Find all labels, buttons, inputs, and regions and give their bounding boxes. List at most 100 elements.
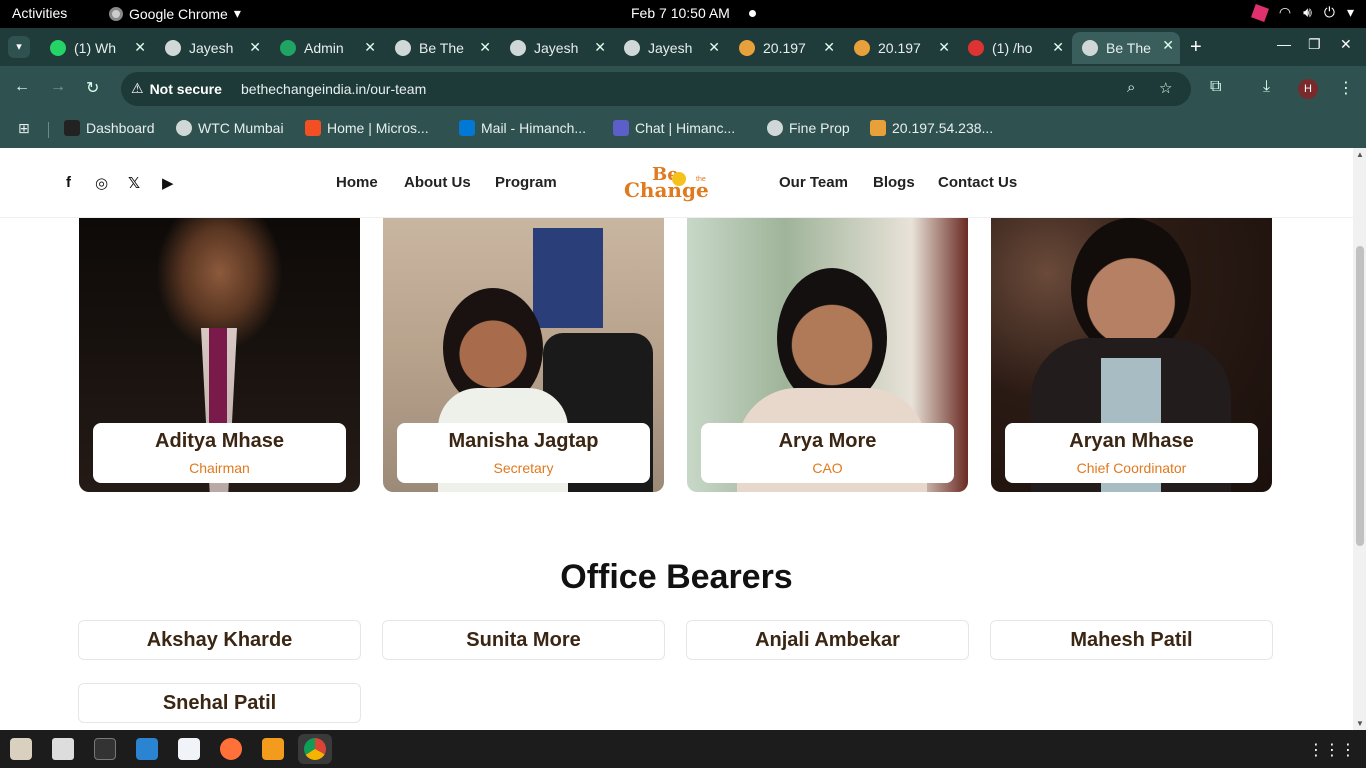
microsoft-icon — [305, 120, 321, 136]
notification-icon — [968, 40, 984, 56]
extensions-icon[interactable]: ⧉ — [1210, 78, 1221, 96]
team-card[interactable]: Manisha Jagtap Secretary — [383, 218, 664, 492]
close-tab-icon[interactable]: ✕ — [823, 39, 835, 56]
x-twitter-icon[interactable]: 𝕏 — [128, 174, 140, 192]
url-text[interactable]: bethechangeindia.in/our-team — [241, 81, 426, 97]
globe-icon — [510, 40, 526, 56]
menu-icon[interactable]: ⋮ — [1338, 78, 1354, 98]
browser-tab[interactable]: Jayesh ✕ — [500, 34, 612, 62]
browser-tab[interactable]: (1) /ho ✕ — [958, 34, 1070, 62]
tab-search-button[interactable]: ▾ — [8, 36, 30, 58]
close-tab-icon[interactable]: ✕ — [479, 39, 491, 56]
team-card[interactable]: Arya More CAO — [687, 218, 968, 492]
minimize-button[interactable]: — — [1277, 36, 1291, 52]
team-nameplate: Arya More CAO — [701, 423, 954, 483]
team-role: Secretary — [493, 460, 554, 476]
browser-tab[interactable]: 20.197 ✕ — [844, 34, 956, 62]
bookmark-item[interactable]: WTC Mumbai — [176, 120, 284, 136]
team-name: Arya More — [778, 430, 877, 452]
clock[interactable]: Feb 7 10:50 AM — [631, 5, 730, 21]
browser-tab[interactable]: Jayesh ✕ — [614, 34, 726, 62]
bookmark-item[interactable]: Fine Prop — [767, 120, 850, 136]
bookmark-star-icon[interactable]: ☆ — [1159, 79, 1172, 97]
team-nameplate: Aryan Mhase Chief Coordinator — [1005, 423, 1258, 483]
nav-contact-us[interactable]: Contact Us — [938, 174, 1017, 191]
office-bearer-card[interactable]: Mahesh Patil — [990, 620, 1273, 660]
app-menu-label: Google Chrome — [129, 5, 228, 22]
browser-tab[interactable]: (1) Wh ✕ — [40, 34, 152, 62]
office-bearer-card[interactable]: Snehal Patil — [78, 683, 361, 723]
close-tab-icon[interactable]: ✕ — [708, 39, 720, 56]
scroll-down-icon[interactable]: ▼ — [1356, 719, 1364, 728]
bookmark-item[interactable]: Dashboard — [64, 120, 155, 136]
address-bar[interactable]: ⚠ Not secure bethechangeindia.in/our-tea… — [121, 72, 1191, 106]
office-bearer-card[interactable]: Akshay Kharde — [78, 620, 361, 660]
scroll-up-icon[interactable]: ▲ — [1356, 150, 1364, 159]
nav-our-team[interactable]: Our Team — [779, 174, 848, 191]
new-tab-button[interactable]: + — [1190, 36, 1202, 59]
close-tab-icon[interactable]: ✕ — [1052, 39, 1064, 56]
instagram-icon[interactable]: ◎ — [95, 174, 108, 192]
nav-blogs[interactable]: Blogs — [873, 174, 915, 191]
logo-the: the — [696, 176, 706, 183]
activities-button[interactable]: Activities — [12, 5, 67, 21]
nav-program[interactable]: Program — [495, 174, 557, 191]
reload-button[interactable]: ↻ — [86, 78, 99, 98]
maximize-button[interactable]: ❐ — [1308, 36, 1321, 53]
firefox-app-icon[interactable] — [220, 738, 242, 760]
terminal-app-icon[interactable] — [94, 738, 116, 760]
bookmark-item[interactable]: Home | Micros... — [305, 120, 429, 136]
bookmark-item[interactable]: Mail - Himanch... — [459, 120, 586, 136]
close-tab-icon[interactable]: ✕ — [249, 39, 261, 56]
browser-tab[interactable]: Be The ✕ — [1072, 32, 1180, 64]
browser-tab[interactable]: Be The ✕ — [385, 34, 497, 62]
vscode-app-icon[interactable] — [136, 738, 158, 760]
browser-tab[interactable]: 20.197 ✕ — [729, 34, 841, 62]
close-tab-icon[interactable]: ✕ — [938, 39, 950, 56]
files-app-icon[interactable] — [52, 738, 74, 760]
page-scrollbar[interactable]: ▲ ▼ — [1353, 148, 1366, 730]
site-logo[interactable]: Be Change the — [624, 164, 710, 204]
nav-home[interactable]: Home — [336, 174, 378, 191]
bookmark-label: Fine Prop — [789, 120, 850, 136]
close-tab-icon[interactable]: ✕ — [1162, 37, 1174, 54]
team-card[interactable]: Aryan Mhase Chief Coordinator — [991, 218, 1272, 492]
close-tab-icon[interactable]: ✕ — [134, 39, 146, 56]
apps-grid-icon[interactable]: ⊞ — [18, 120, 30, 137]
zoom-icon[interactable]: ⌕ — [1127, 79, 1135, 96]
back-button[interactable]: ← — [14, 78, 30, 96]
security-indicator[interactable]: ⚠ Not secure — [131, 80, 222, 97]
team-card[interactable]: Aditya Mhase Chairman — [79, 218, 360, 492]
scrollbar-thumb[interactable] — [1356, 246, 1364, 546]
chrome-icon — [109, 6, 123, 21]
close-window-button[interactable]: ✕ — [1340, 36, 1352, 53]
office-bearer-card[interactable]: Anjali Ambekar — [686, 620, 969, 660]
show-apps-icon[interactable]: ⋮⋮⋮ — [1308, 740, 1356, 760]
sublime-app-icon[interactable] — [262, 738, 284, 760]
facebook-icon[interactable]: f — [66, 174, 71, 191]
bookmark-label: 20.197.54.238... — [892, 120, 994, 136]
forward-button[interactable]: → — [50, 78, 66, 96]
chrome-app-icon[interactable] — [304, 738, 326, 760]
youtube-icon[interactable]: ▶ — [162, 174, 174, 192]
bookmark-item[interactable]: 20.197.54.238... — [870, 120, 993, 136]
office-bearer-card[interactable]: Sunita More — [382, 620, 665, 660]
system-tray[interactable]: ◠ 🔊︎ ⏻ ▾ — [1250, 3, 1354, 22]
app-menu[interactable]: Google Chrome ▾ — [109, 5, 241, 22]
close-tab-icon[interactable]: ✕ — [364, 39, 376, 56]
teams-icon — [613, 120, 629, 136]
profile-avatar[interactable]: H — [1298, 79, 1318, 99]
globe-icon — [624, 40, 640, 56]
nav-about-us[interactable]: About Us — [404, 174, 471, 191]
close-tab-icon[interactable]: ✕ — [594, 39, 606, 56]
browser-tab[interactable]: Jayesh ✕ — [155, 34, 267, 62]
text-editor-app-icon[interactable] — [178, 738, 200, 760]
globe-icon — [165, 40, 181, 56]
bookmark-item[interactable]: Chat | Himanc... — [613, 120, 735, 136]
download-icon[interactable]: ⤓ — [1263, 78, 1270, 96]
calendar-app-icon[interactable] — [10, 738, 32, 760]
team-name: Aryan Mhase — [1069, 430, 1194, 452]
browser-tab[interactable]: Admin ✕ — [270, 34, 382, 62]
globe-icon — [395, 40, 411, 56]
volume-icon: 🔊︎ — [1303, 4, 1312, 20]
